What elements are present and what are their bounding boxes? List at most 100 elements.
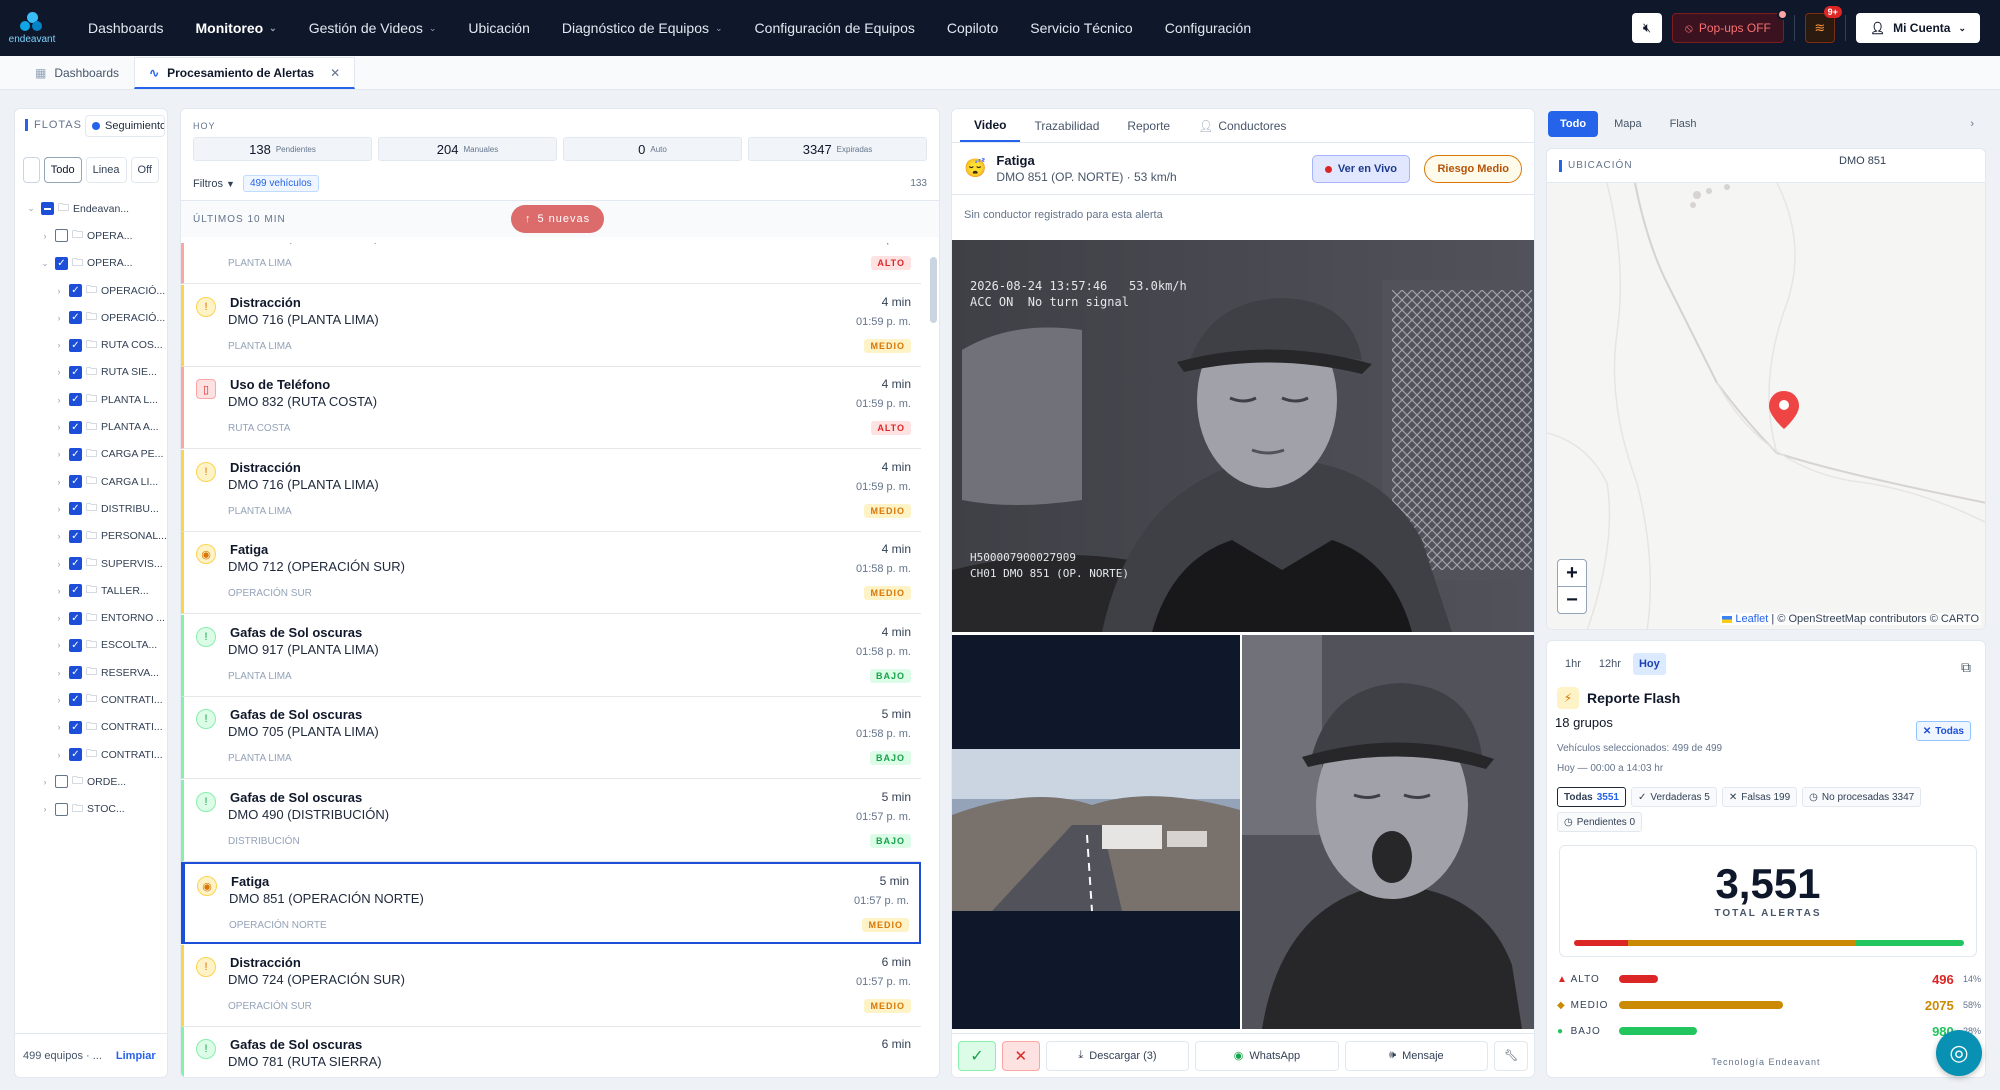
chevron-right-icon[interactable]: › — [53, 695, 65, 705]
fleet-tree-node[interactable]: › ✓ 🗀︎ DISTRIBU... — [15, 495, 167, 522]
filter-todo-button[interactable]: Todo — [43, 157, 82, 183]
fleet-tree-node[interactable]: › ✓ 🗀︎ CONTRATI... — [15, 686, 167, 713]
fleet-tree-node[interactable]: › ✓ 🗀︎ TALLER... — [15, 577, 167, 604]
leaflet-link[interactable]: Leaflet — [1735, 613, 1768, 625]
fleet-checkbox[interactable]: ✓ — [69, 529, 82, 543]
alert-row[interactable]: ! Gafas de Sol oscuras DMO 705 (PLANTA LIM… — [181, 697, 921, 779]
fleet-checkbox[interactable]: ✓ — [69, 666, 82, 680]
fleet-tree-node[interactable]: › ✓ 🗀︎ PERSONAL... — [15, 523, 167, 550]
chevron-right-icon[interactable]: › — [53, 586, 65, 596]
fleet-tree-node[interactable]: › 🗀︎ STOC... — [15, 796, 167, 823]
fleet-checkbox[interactable] — [55, 775, 68, 789]
fleet-tree-node[interactable]: › 🗀︎ ORDE... — [15, 768, 167, 795]
fleet-checkbox[interactable]: ✓ — [55, 256, 68, 270]
fleet-tree-node[interactable]: › ✓ 🗀︎ CONTRATI... — [15, 741, 167, 768]
alert-row[interactable]: ◉ Fatiga DMO 851 (OPERACIÓN NORTE) OPERACIÓ… — [181, 862, 921, 944]
nav-item-4[interactable]: Diagnóstico de Equipos ⌄ — [546, 0, 739, 56]
new-alerts-button[interactable]: ↑ 5 nuevas — [511, 205, 605, 233]
fleet-checkbox[interactable] — [55, 802, 68, 816]
fleet-tree-node[interactable]: › ✓ 🗀︎ RESERVA... — [15, 659, 167, 686]
fleet-checkbox[interactable]: ✓ — [69, 502, 82, 516]
tab-reporte[interactable]: Reporte — [1113, 109, 1184, 142]
fleet-tree-node[interactable]: › ✓ 🗀︎ SUPERVIS... — [15, 550, 167, 577]
alert-row[interactable]: ▯DMO 843 (PLANTA LIMA)PLANTA LIMA02:00 p… — [181, 243, 921, 284]
chevron-right-icon[interactable]: › — [53, 504, 65, 514]
vehicles-chip[interactable]: 499 vehículos — [242, 175, 319, 192]
chevron-right-icon[interactable]: › — [53, 422, 65, 432]
stat-2[interactable]: 0 Auto — [563, 137, 742, 161]
nav-item-7[interactable]: Servicio Técnico — [1014, 0, 1148, 56]
all-groups-filter-button[interactable]: ✕ Todas — [1915, 721, 1971, 741]
fleet-tree-node[interactable]: › ✓ 🗀︎ PLANTA A... — [15, 413, 167, 440]
tab-video[interactable]: Video — [960, 109, 1021, 142]
chevron-right-icon[interactable]: › — [53, 531, 65, 541]
driver-second-camera-feed[interactable] — [1242, 635, 1534, 1029]
copy-icon[interactable]: ⧉ — [1961, 659, 1971, 676]
expand-panel-icon[interactable]: › — [1958, 111, 1986, 137]
chevron-down-icon[interactable]: ⌄ — [25, 203, 37, 214]
chevron-right-icon[interactable]: › — [53, 367, 65, 377]
filters-toggle[interactable]: Filtros ▼ — [193, 178, 235, 190]
chevron-right-icon[interactable]: › — [39, 777, 51, 787]
filter-off-button[interactable]: Off — [130, 157, 159, 183]
status-chip-4[interactable]: ◷ Pendientes 0 — [1557, 812, 1643, 832]
clear-selection-link[interactable]: Limpiar — [116, 1050, 156, 1062]
tab-trazabilidad[interactable]: Trazabilidad — [1020, 109, 1113, 142]
brand-logo[interactable]: endeavant — [0, 0, 64, 56]
fleet-tree-node[interactable]: ⌄ ✓ 🗀︎ OPERA... — [15, 250, 167, 277]
fleet-checkbox[interactable]: ✓ — [69, 284, 82, 298]
map-canvas[interactable] — [1547, 183, 1986, 630]
road-camera-feed[interactable] — [952, 635, 1240, 1029]
fleet-tree-node[interactable]: › ✓ 🗀︎ PLANTA L... — [15, 386, 167, 413]
stat-3[interactable]: 3347 Expiradas — [748, 137, 927, 161]
chevron-right-icon[interactable]: › — [39, 231, 51, 241]
range-today-button[interactable]: Hoy — [1632, 653, 1666, 675]
range-12hr-button[interactable]: 12hr — [1593, 653, 1627, 675]
fleet-tree-node[interactable]: › ✓ 🗀︎ OPERACIÓ... — [15, 304, 167, 331]
nav-item-0[interactable]: Dashboards — [72, 0, 180, 56]
fleet-checkbox[interactable]: ✓ — [69, 584, 82, 598]
fleet-checkbox[interactable]: ✓ — [69, 393, 82, 407]
tab-dashboards[interactable]: ▦ Dashboards — [20, 57, 134, 89]
fleet-checkbox[interactable]: ✓ — [69, 611, 82, 625]
map-marker-icon[interactable] — [1769, 391, 1799, 429]
fleet-tree-node[interactable]: › ✓ 🗀︎ RUTA SIE... — [15, 359, 167, 386]
zoom-out-button[interactable]: − — [1557, 586, 1587, 614]
account-menu-button[interactable]: 👤︎ Mi Cuenta ⌄ — [1855, 13, 1980, 43]
tab-flash[interactable]: Flash — [1658, 111, 1709, 137]
tools-button[interactable]: 🔧︎ — [1494, 1040, 1528, 1071]
message-button[interactable]: 🕪︎ Mensaje — [1344, 1040, 1489, 1071]
popups-toggle-button[interactable]: ⦸ Pop-ups OFF — [1672, 9, 1788, 43]
whatsapp-button[interactable]: ◉ WhatsApp — [1195, 1040, 1339, 1071]
chevron-right-icon[interactable]: › — [53, 395, 65, 405]
status-chip-1[interactable]: ✓ Verdaderas 5 — [1630, 787, 1717, 807]
tab-mapa[interactable]: Mapa — [1602, 111, 1654, 137]
fleet-checkbox[interactable]: ✓ — [69, 475, 82, 489]
confirm-alert-button[interactable]: ✓ — [958, 1040, 996, 1071]
tracking-mode-button[interactable]: Seguimiento — [85, 115, 165, 137]
alert-row[interactable]: ◉ Fatiga DMO 712 (OPERACIÓN SUR) OPERACIÓN … — [181, 532, 921, 614]
alert-row[interactable]: ! Gafas de Sol oscuras DMO 917 (PLANTA LIM… — [181, 614, 921, 697]
chevron-right-icon[interactable]: › — [39, 804, 51, 814]
fleet-checkbox[interactable]: ✓ — [69, 420, 82, 434]
mute-button[interactable]: 🔇︎ — [1632, 13, 1663, 43]
alert-row[interactable]: ! Distracción DMO 724 (OPERACIÓN SUR) OPERA… — [181, 944, 921, 1027]
notifications-button[interactable]: ≋ 9+ — [1804, 6, 1842, 43]
status-chip-2[interactable]: ✕ Falsas 199 — [1721, 787, 1798, 807]
nav-item-6[interactable]: Copiloto — [931, 0, 1014, 56]
fleet-checkbox[interactable]: ✓ — [69, 447, 82, 461]
fleet-tree-node[interactable]: › ✓ 🗀︎ CONTRATI... — [15, 714, 167, 741]
alert-row[interactable]: ▯ Uso de Teléfono DMO 832 (RUTA COSTA) RUTA… — [181, 367, 921, 449]
alert-row[interactable]: ! Gafas de Sol oscuras DMO 490 (DISTRIBUCI… — [181, 779, 921, 862]
nav-item-1[interactable]: Monitoreo ⌄ — [180, 0, 293, 56]
nav-item-5[interactable]: Configuración de Equipos — [739, 0, 931, 56]
filter-linea-button[interactable]: Linea — [85, 157, 127, 183]
chevron-right-icon[interactable]: › — [53, 613, 65, 623]
support-chat-button[interactable]: ◎ — [1936, 1030, 1982, 1076]
fleet-checkbox[interactable]: ✓ — [69, 557, 82, 570]
nav-item-3[interactable]: Ubicación — [452, 0, 545, 56]
status-chip-0[interactable]: Todas 3551 — [1557, 787, 1626, 807]
cabin-camera-feed[interactable]: 2026-08-24 13:57:46 53.0km/h ACC ON No t… — [952, 240, 1534, 632]
fleet-checkbox[interactable]: ✓ — [69, 311, 82, 325]
chevron-right-icon[interactable]: › — [53, 722, 65, 732]
